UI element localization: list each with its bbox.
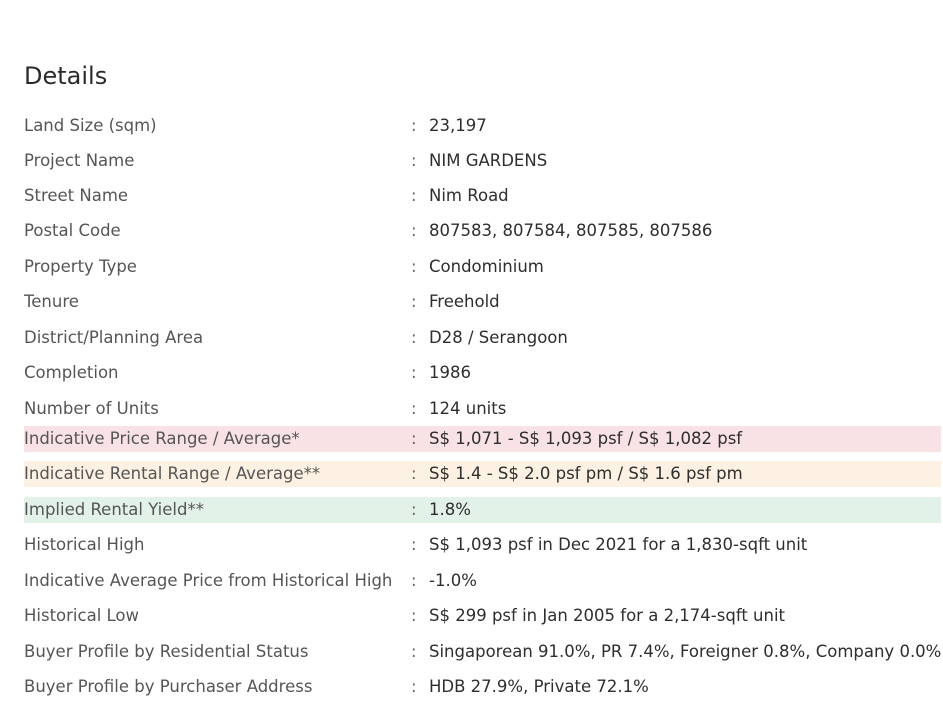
- detail-value: S$ 1,093 psf in Dec 2021 for a 1,830-sqf…: [429, 535, 808, 554]
- detail-value: Freehold: [429, 292, 500, 311]
- detail-row-historical-low: Historical Low : S$ 299 psf in Jan 2005 …: [24, 603, 941, 629]
- detail-value: 124 units: [429, 399, 507, 418]
- detail-label: Tenure: [24, 292, 79, 311]
- detail-separator: :: [411, 328, 417, 347]
- detail-row-price-range: Indicative Price Range / Average* : S$ 1…: [24, 426, 941, 452]
- detail-separator: :: [411, 186, 417, 205]
- detail-separator: :: [411, 429, 417, 448]
- detail-separator: :: [411, 363, 417, 382]
- detail-label: Historical Low: [24, 606, 140, 625]
- detail-label: Postal Code: [24, 221, 121, 240]
- detail-value: 1986: [429, 363, 471, 382]
- detail-value: Nim Road: [429, 186, 509, 205]
- detail-value: S$ 1,071 - S$ 1,093 psf / S$ 1,082 psf: [429, 429, 743, 448]
- detail-separator: :: [411, 151, 417, 170]
- detail-label: District/Planning Area: [24, 328, 204, 347]
- details-page: Details Land Size (sqm) : 23,197 Project…: [0, 0, 943, 717]
- detail-separator: :: [411, 221, 417, 240]
- detail-label: Property Type: [24, 257, 137, 276]
- detail-label: Implied Rental Yield**: [24, 500, 204, 519]
- detail-row-completion: Completion : 1986: [24, 360, 941, 386]
- detail-label: Historical High: [24, 535, 145, 554]
- detail-separator: :: [411, 500, 417, 519]
- detail-row-buyer-status: Buyer Profile by Residential Status : Si…: [24, 639, 941, 665]
- detail-value: D28 / Serangoon: [429, 328, 568, 347]
- detail-separator: :: [411, 677, 417, 696]
- detail-label: Land Size (sqm): [24, 116, 157, 135]
- detail-row-buyer-address: Buyer Profile by Purchaser Address : HDB…: [24, 674, 941, 700]
- detail-row-property-type: Property Type : Condominium: [24, 254, 941, 280]
- detail-separator: :: [411, 571, 417, 590]
- detail-separator: :: [411, 257, 417, 276]
- detail-row-number-of-units: Number of Units : 124 units: [24, 396, 941, 422]
- detail-label: Indicative Average Price from Historical…: [24, 571, 393, 590]
- detail-value: 1.8%: [429, 500, 471, 519]
- detail-separator: :: [411, 116, 417, 135]
- detail-label: Buyer Profile by Residential Status: [24, 642, 309, 661]
- detail-value: Singaporean 91.0%, PR 7.4%, Foreigner 0.…: [429, 642, 942, 661]
- detail-separator: :: [411, 464, 417, 483]
- detail-value: -1.0%: [429, 571, 477, 590]
- detail-label: Indicative Rental Range / Average**: [24, 464, 321, 483]
- detail-row-rental-range: Indicative Rental Range / Average** : S$…: [24, 461, 941, 487]
- detail-separator: :: [411, 292, 417, 311]
- detail-value: HDB 27.9%, Private 72.1%: [429, 677, 649, 696]
- detail-row-historical-high: Historical High : S$ 1,093 psf in Dec 20…: [24, 532, 941, 558]
- detail-row-project-name: Project Name : NIM GARDENS: [24, 148, 941, 174]
- detail-value: NIM GARDENS: [429, 151, 548, 170]
- detail-separator: :: [411, 535, 417, 554]
- detail-separator: :: [411, 642, 417, 661]
- detail-row-rental-yield: Implied Rental Yield** : 1.8%: [24, 497, 941, 523]
- detail-row-tenure: Tenure : Freehold: [24, 289, 941, 315]
- detail-row-land-size: Land Size (sqm) : 23,197: [24, 113, 941, 139]
- detail-row-street-name: Street Name : Nim Road: [24, 183, 941, 209]
- detail-label: Number of Units: [24, 399, 159, 418]
- detail-label: Completion: [24, 363, 119, 382]
- detail-separator: :: [411, 606, 417, 625]
- detail-label: Buyer Profile by Purchaser Address: [24, 677, 313, 696]
- detail-label: Street Name: [24, 186, 129, 205]
- detail-value: Condominium: [429, 257, 544, 276]
- detail-row-avg-from-high: Indicative Average Price from Historical…: [24, 568, 941, 594]
- detail-value: 807583, 807584, 807585, 807586: [429, 221, 713, 240]
- detail-value: S$ 299 psf in Jan 2005 for a 2,174-sqft …: [429, 606, 786, 625]
- detail-label: Project Name: [24, 151, 135, 170]
- detail-row-postal-code: Postal Code : 807583, 807584, 807585, 80…: [24, 218, 941, 244]
- detail-value: S$ 1.4 - S$ 2.0 psf pm / S$ 1.6 psf pm: [429, 464, 743, 483]
- detail-value: 23,197: [429, 116, 487, 135]
- detail-row-district: District/Planning Area : D28 / Serangoon: [24, 325, 941, 351]
- detail-label: Indicative Price Range / Average*: [24, 429, 300, 448]
- section-title: Details: [24, 62, 108, 90]
- detail-separator: :: [411, 399, 417, 418]
